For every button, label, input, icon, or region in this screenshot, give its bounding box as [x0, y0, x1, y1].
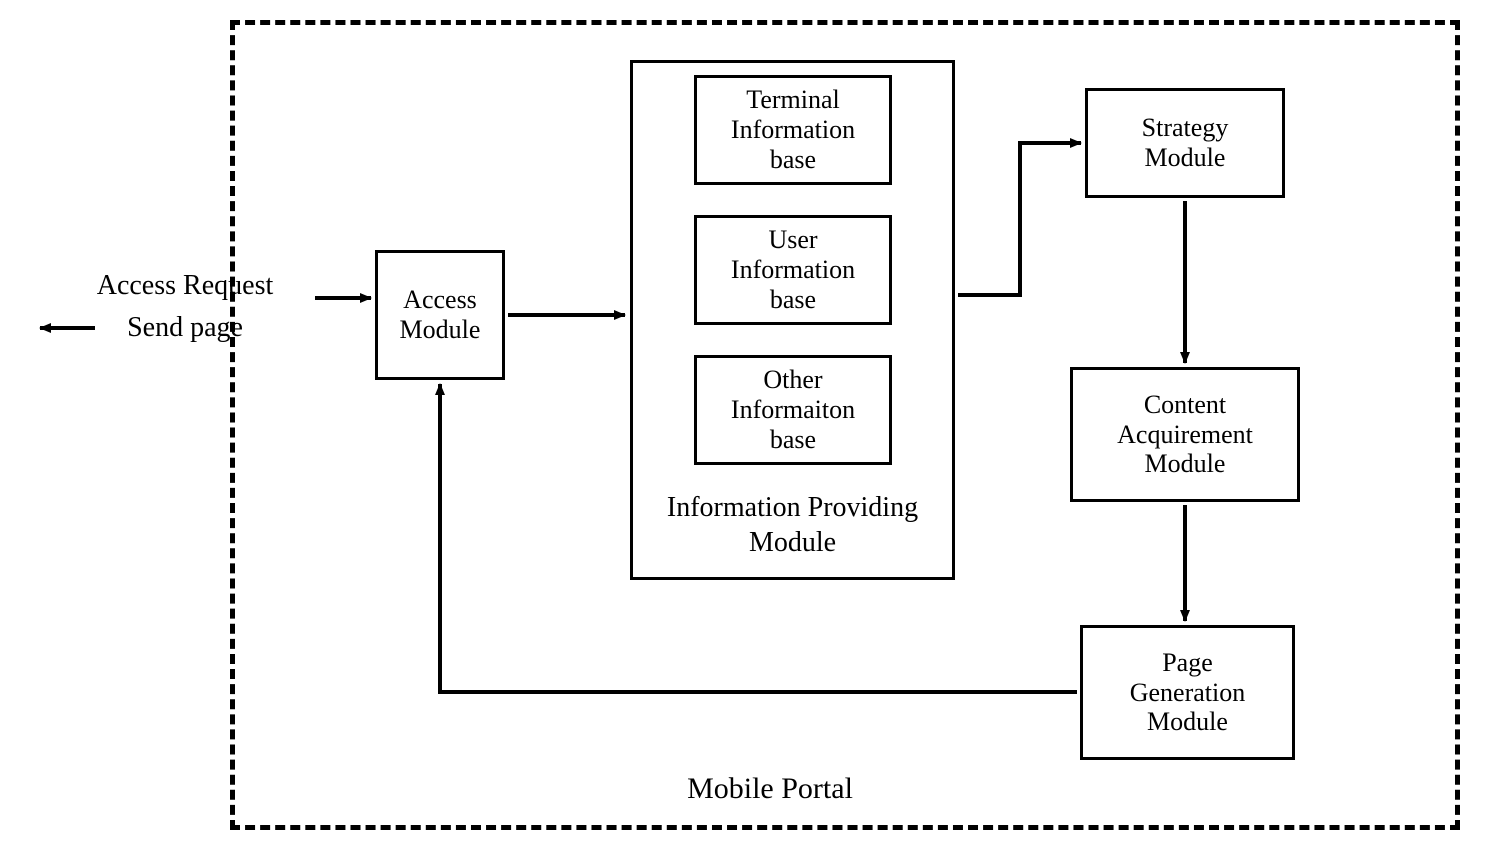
user-information-base: User Information base — [694, 215, 892, 325]
access-module: Access Module — [375, 250, 505, 380]
terminal-information-base: Terminal Information base — [694, 75, 892, 185]
information-providing-module-label: Information Providing Module — [640, 490, 945, 560]
access-request-label: Access Request — [75, 268, 295, 303]
other-information-base-label: Other Informaiton base — [731, 365, 855, 455]
content-acquirement-module: Content Acquirement Module — [1070, 367, 1300, 502]
user-information-base-label: User Information base — [731, 225, 855, 315]
other-information-base: Other Informaiton base — [694, 355, 892, 465]
page-generation-module: Page Generation Module — [1080, 625, 1295, 760]
send-page-label: Send page — [100, 310, 270, 345]
strategy-module: Strategy Module — [1085, 88, 1285, 198]
diagram-canvas: Mobile Portal Access Request Send page A… — [0, 0, 1496, 860]
strategy-module-label: Strategy Module — [1142, 113, 1229, 173]
mobile-portal-title: Mobile Portal — [640, 770, 900, 808]
page-generation-module-label: Page Generation Module — [1130, 648, 1246, 738]
content-acquirement-module-label: Content Acquirement Module — [1117, 390, 1253, 480]
terminal-information-base-label: Terminal Information base — [731, 85, 855, 175]
access-module-label: Access Module — [400, 285, 481, 345]
